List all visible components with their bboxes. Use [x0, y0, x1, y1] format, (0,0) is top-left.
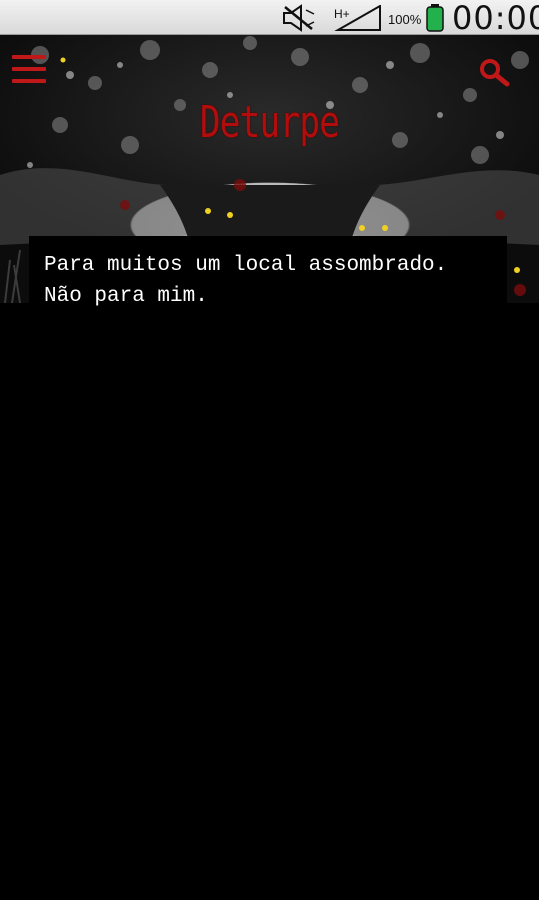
caption-line-1: Para muitos um local assombrado. [44, 254, 448, 277]
caption-line-2: Não para mim. [44, 285, 208, 308]
mute-icon [283, 4, 315, 32]
hamburger-menu-icon-bar [12, 55, 46, 59]
hamburger-menu-icon-bar [12, 79, 46, 83]
hamburger-menu-icon-bar [12, 67, 46, 71]
story-caption: Para muitos um local assombrado. Não par… [29, 236, 507, 316]
battery-percent: 100% [388, 12, 422, 27]
search-icon[interactable] [478, 57, 510, 89]
menu-button[interactable] [12, 55, 46, 85]
network-type-label: H+ [334, 7, 350, 21]
clock: 00:00 [452, 0, 539, 37]
app-title: Deturpe [199, 97, 340, 148]
signal-icon: H+ [334, 5, 381, 31]
status-bar: H+ 100% 00:00 [0, 0, 539, 37]
battery-icon [426, 4, 444, 32]
